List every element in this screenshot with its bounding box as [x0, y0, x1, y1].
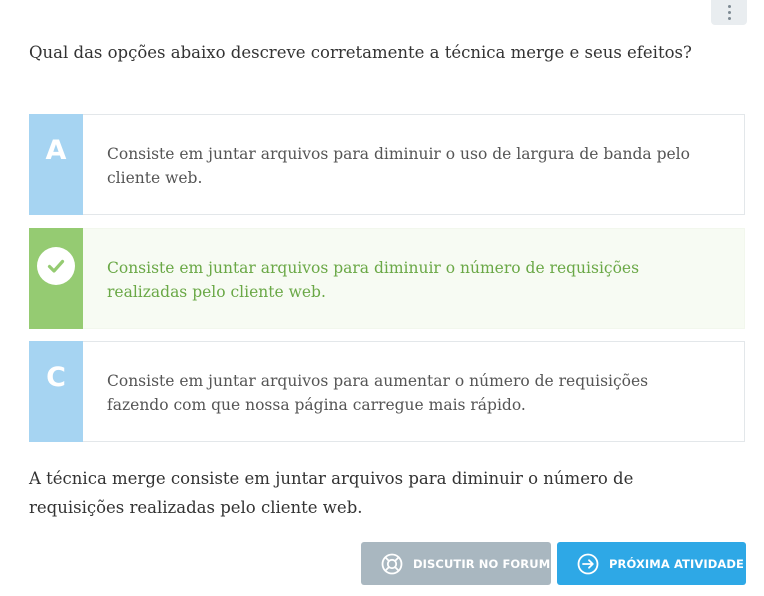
- next-activity-label: PRÓXIMA ATIVIDADE: [609, 556, 744, 571]
- option-c[interactable]: C Consiste em juntar arquivos para aumen…: [29, 341, 745, 442]
- option-c-letter: C: [46, 362, 66, 393]
- check-icon: [37, 247, 75, 285]
- option-b-text: Consiste em juntar arquivos para diminui…: [107, 259, 640, 301]
- discuss-forum-button[interactable]: DISCUTIR NO FORUM: [361, 542, 551, 585]
- option-a-tab: A: [29, 114, 83, 215]
- option-a-text: Consiste em juntar arquivos para diminui…: [107, 145, 690, 187]
- next-activity-button[interactable]: PRÓXIMA ATIVIDADE: [557, 542, 746, 585]
- lifebuoy-icon: [381, 553, 403, 575]
- question-text: Qual das opções abaixo descreve corretam…: [29, 43, 692, 62]
- option-c-tab: C: [29, 341, 83, 442]
- option-c-text: Consiste em juntar arquivos para aumenta…: [107, 372, 649, 414]
- explanation-text: A técnica merge consiste em juntar arqui…: [29, 469, 634, 517]
- discuss-forum-label: DISCUTIR NO FORUM: [413, 556, 551, 571]
- option-a-letter: A: [45, 135, 67, 166]
- arrow-circle-right-icon: [577, 553, 599, 575]
- option-b-tab: [29, 228, 83, 329]
- option-b[interactable]: Consiste em juntar arquivos para diminui…: [29, 228, 745, 329]
- option-a[interactable]: A Consiste em juntar arquivos para dimin…: [29, 114, 745, 215]
- more-options-button[interactable]: [711, 0, 747, 25]
- vertical-dots-icon: [727, 5, 731, 20]
